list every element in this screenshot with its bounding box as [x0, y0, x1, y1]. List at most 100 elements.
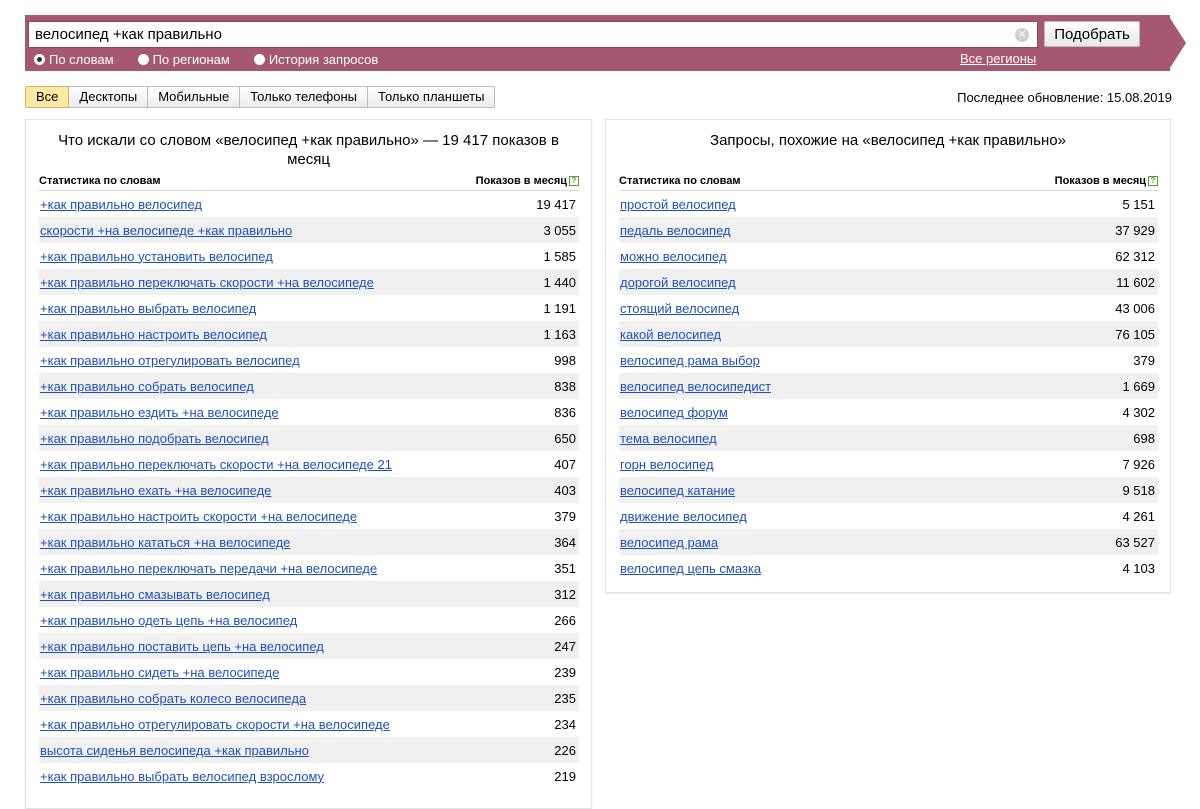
phrase-link[interactable]: +как правильно кататься +на велосипеде — [40, 535, 290, 550]
phrase-link[interactable]: стоящий велосипед — [620, 301, 739, 316]
impressions-count: 1 440 — [543, 274, 576, 290]
phrase-link[interactable]: +как правильно велосипед — [40, 197, 202, 212]
phrase-link[interactable]: велосипед цепь смазка — [620, 561, 761, 576]
phrase-link[interactable]: +как правильно переключать скорости +на … — [40, 457, 392, 472]
impressions-count: 76 105 — [1115, 326, 1155, 342]
table-row: высота сиденья велосипеда +как правильно… — [39, 737, 579, 763]
pick-button[interactable]: Подобрать — [1044, 21, 1140, 47]
phrase-link[interactable]: какой велосипед — [620, 327, 721, 342]
mode-label: По словам — [49, 51, 114, 67]
search-mode-group: По словам По регионам История запросов — [34, 51, 402, 67]
phrase-link[interactable]: простой велосипед — [620, 197, 736, 212]
right-table-header: Статистика по словам Показов в месяц? — [619, 172, 1158, 191]
phrase-link[interactable]: велосипед рама — [620, 535, 718, 550]
phrase-link[interactable]: +как правильно ездить +на велосипеде — [40, 405, 279, 420]
phrase-link[interactable]: +как правильно выбрать велосипед — [40, 301, 256, 316]
phrase-link[interactable]: +как правильно установить велосипед — [40, 249, 273, 264]
phrase-link[interactable]: скорости +на велосипеде +как правильно — [40, 223, 292, 238]
phrase-link[interactable]: высота сиденья велосипеда +как правильно — [40, 743, 309, 758]
impressions-count: 62 312 — [1115, 248, 1155, 264]
phrase-link[interactable]: +как правильно одеть цепь +на велосипед — [40, 613, 297, 628]
table-row: простой велосипед 5 151 — [619, 191, 1158, 217]
tab-all[interactable]: Все — [25, 86, 70, 108]
phrase-link[interactable]: +как правильно смазывать велосипед — [40, 587, 270, 602]
impressions-count: 1 191 — [543, 300, 576, 316]
phrase-link[interactable]: +как правильно сидеть +на велосипеде — [40, 665, 279, 680]
phrase-link[interactable]: +как правильно ехать +на велосипеде — [40, 483, 271, 498]
phrase-link[interactable]: +как правильно собрать велосипед — [40, 379, 254, 394]
tab-mobile[interactable]: Мобильные — [148, 86, 241, 108]
table-row: можно велосипед 62 312 — [619, 243, 1158, 269]
radio-icon[interactable] — [34, 53, 45, 65]
table-row: велосипед цепь смазка 4 103 — [619, 555, 1158, 581]
tab-tablets-only[interactable]: Только планшеты — [368, 86, 496, 108]
table-row: велосипед велосипедист 1 669 — [619, 373, 1158, 399]
col-count-header: Показов в месяц? — [476, 175, 579, 187]
impressions-count: 379 — [554, 508, 576, 524]
left-panel: Что искали со словом «велосипед +как пра… — [25, 119, 592, 809]
phrase-link[interactable]: велосипед рама выбор — [620, 353, 760, 368]
table-row: +как правильно кататься +на велосипеде 36… — [39, 529, 579, 555]
table-row: +как правильно собрать колесо велосипеда… — [39, 685, 579, 711]
phrase-link[interactable]: дорогой велосипед — [620, 275, 736, 290]
phrase-link[interactable]: +как правильно переключать передачи +на … — [40, 561, 377, 576]
phrase-link[interactable]: +как правильно отрегулировать велосипед — [40, 353, 300, 368]
phrase-link[interactable]: педаль велосипед — [620, 223, 731, 238]
phrase-link[interactable]: +как правильно настроить скорости +на ве… — [40, 509, 357, 524]
table-row: +как правильно велосипед 19 417 — [39, 191, 579, 217]
table-row: +как правильно сидеть +на велосипеде 239 — [39, 659, 579, 685]
search-box: ✕ — [28, 21, 1038, 48]
table-row: стоящий велосипед 43 006 — [619, 295, 1158, 321]
clear-icon[interactable]: ✕ — [1015, 28, 1029, 42]
mode-by-regions[interactable]: По регионам — [137, 52, 230, 67]
table-row: велосипед рама выбор 379 — [619, 347, 1158, 373]
table-row: +как правильно установить велосипед 1 585 — [39, 243, 579, 269]
phrase-link[interactable]: +как правильно поставить цепь +на велоси… — [40, 639, 324, 654]
search-input[interactable] — [29, 22, 1009, 47]
phrase-link[interactable]: +как правильно собрать колесо велосипеда — [40, 691, 306, 706]
mode-by-words[interactable]: По словам — [34, 52, 114, 67]
phrase-link[interactable]: горн велосипед — [620, 457, 714, 472]
phrase-link[interactable]: тема велосипед — [620, 431, 717, 446]
help-icon[interactable]: ? — [569, 176, 579, 187]
impressions-count: 9 518 — [1122, 482, 1155, 498]
mode-history[interactable]: История запросов — [253, 52, 378, 67]
all-regions-link[interactable]: Все регионы — [960, 51, 1036, 66]
impressions-count: 1 669 — [1122, 378, 1155, 394]
table-row: +как правильно выбрать велосипед взросло… — [39, 763, 579, 789]
phrase-link[interactable]: +как правильно настроить велосипед — [40, 327, 267, 342]
impressions-count: 407 — [554, 456, 576, 472]
radio-icon[interactable] — [137, 53, 149, 65]
radio-icon[interactable] — [253, 53, 265, 65]
phrase-link[interactable]: велосипед велосипедист — [620, 379, 771, 394]
impressions-count: 5 151 — [1122, 196, 1155, 212]
phrase-link[interactable]: +как правильно выбрать велосипед взросло… — [40, 769, 324, 784]
table-row: +как правильно собрать велосипед 838 — [39, 373, 579, 399]
phrase-link[interactable]: велосипед катание — [620, 483, 735, 498]
phrase-link[interactable]: велосипед форум — [620, 405, 728, 420]
phrase-link[interactable]: +как правильно переключать скорости +на … — [40, 275, 374, 290]
impressions-count: 234 — [554, 716, 576, 732]
tab-phones-only[interactable]: Только телефоны — [240, 86, 369, 108]
phrase-link[interactable]: +как правильно отрегулировать скорости +… — [40, 717, 390, 732]
tab-desktops[interactable]: Десктопы — [69, 86, 149, 108]
impressions-count: 838 — [554, 378, 576, 394]
table-row: +как правильно выбрать велосипед 1 191 — [39, 295, 579, 321]
col-count-header: Показов в месяц? — [1055, 175, 1158, 187]
phrase-link[interactable]: +как правильно подобрать велосипед — [40, 431, 269, 446]
phrase-link[interactable]: движение велосипед — [620, 509, 747, 524]
left-table-header: Статистика по словам Показов в месяц? — [39, 172, 579, 191]
table-row: +как правильно переключать скорости +на … — [39, 269, 579, 295]
impressions-count: 4 302 — [1122, 404, 1155, 420]
help-icon[interactable]: ? — [1148, 176, 1158, 187]
impressions-count: 836 — [554, 404, 576, 420]
right-rows: простой велосипед 5 151 педаль велосипед 37… — [619, 191, 1158, 581]
impressions-count: 11 602 — [1116, 274, 1155, 290]
impressions-count: 1 163 — [543, 326, 576, 342]
impressions-count: 650 — [554, 430, 576, 446]
table-row: +как правильно ездить +на велосипеде 836 — [39, 399, 579, 425]
table-row: +как правильно ехать +на велосипеде 403 — [39, 477, 579, 503]
table-row: дорогой велосипед 11 602 — [619, 269, 1158, 295]
phrase-link[interactable]: можно велосипед — [620, 249, 727, 264]
impressions-count: 266 — [554, 612, 576, 628]
